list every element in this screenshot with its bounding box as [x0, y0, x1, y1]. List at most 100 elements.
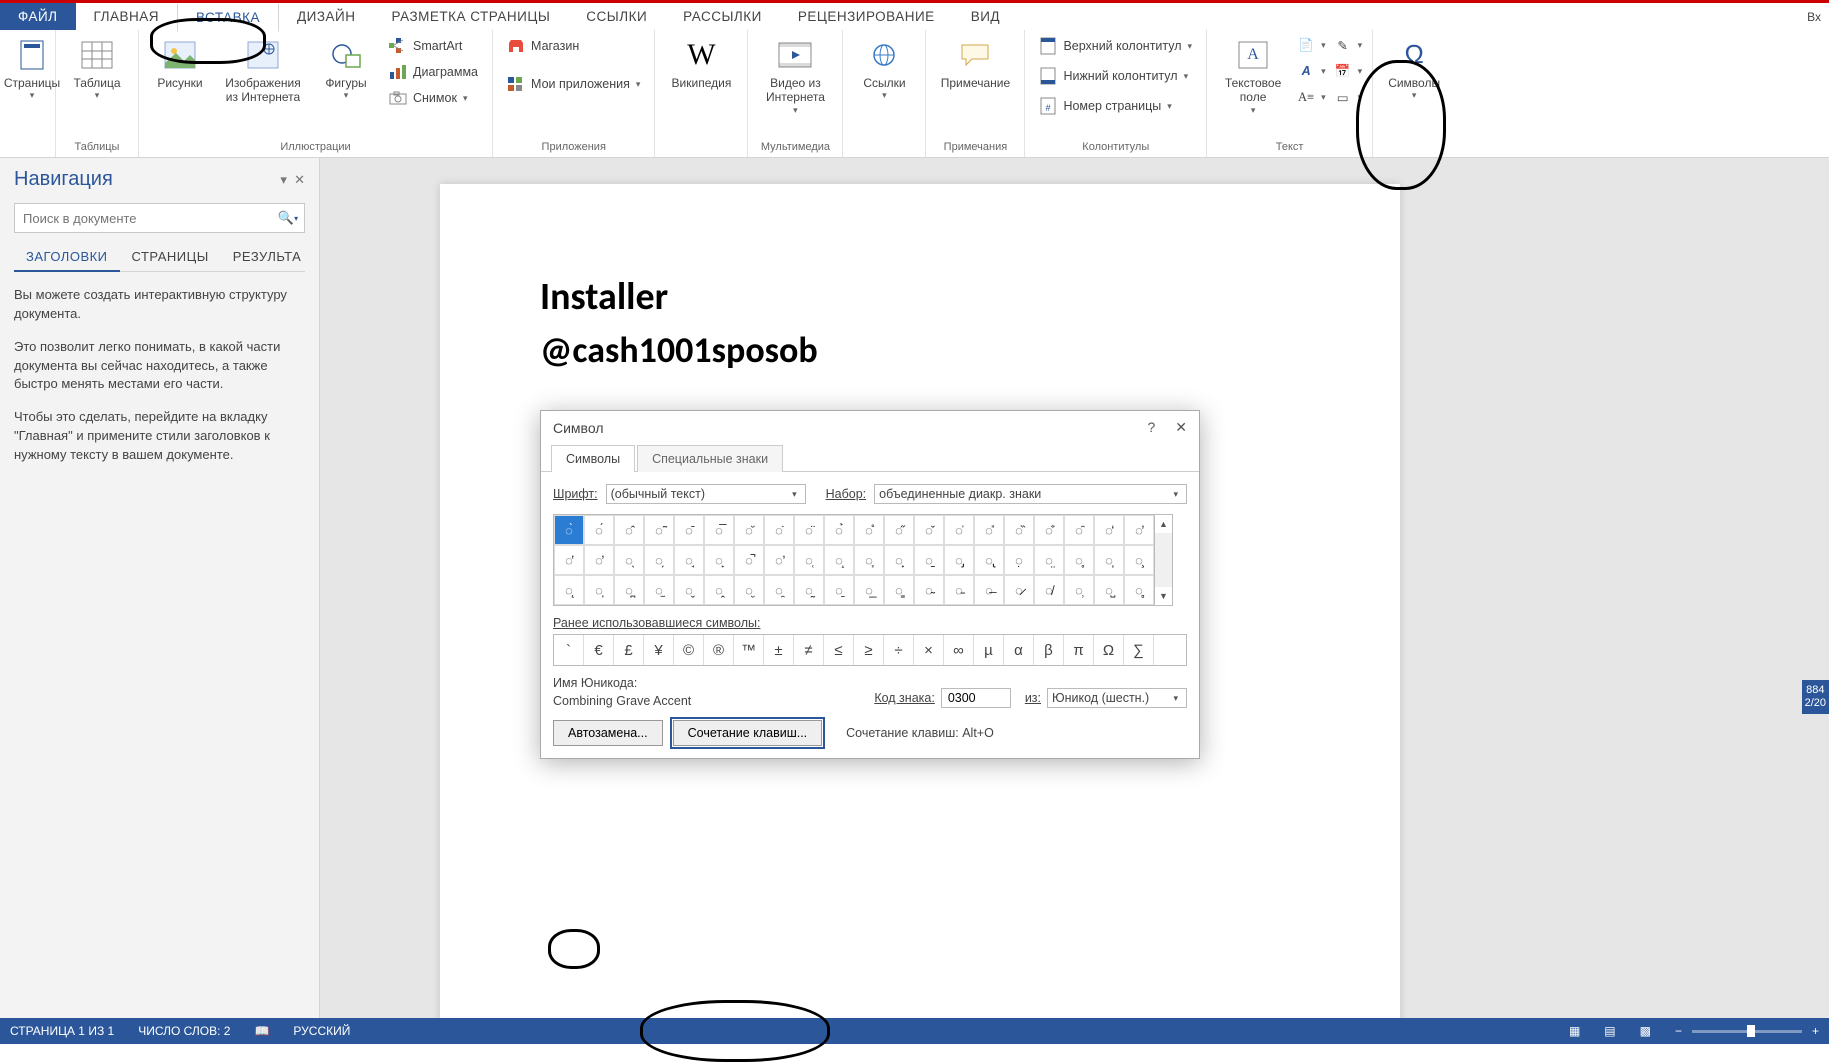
dlgtab-special[interactable]: Специальные знаки: [637, 445, 783, 472]
view-read-icon[interactable]: ▦: [1569, 1024, 1580, 1038]
user-badge[interactable]: Вх: [1807, 10, 1821, 24]
recent-symbol[interactable]: ∑: [1124, 635, 1154, 665]
wikipedia-button[interactable]: W Википедия: [663, 34, 739, 94]
symbol-cell[interactable]: ◌̡: [944, 545, 974, 575]
symbol-cell[interactable]: ◌̺: [1094, 575, 1124, 605]
symbol-cell[interactable]: ◌̖: [614, 545, 644, 575]
signature-button[interactable]: ✎: [1332, 34, 1365, 56]
symbol-cell[interactable]: ◌̬: [674, 575, 704, 605]
symbol-cell[interactable]: ◌̲: [854, 575, 884, 605]
symbol-cell[interactable]: ◌̤: [1034, 545, 1064, 575]
zoom-in-icon[interactable]: +: [1812, 1024, 1819, 1038]
symbol-cell[interactable]: ◌̞: [854, 545, 884, 575]
status-lang-icon[interactable]: 📖: [254, 1024, 269, 1038]
recent-symbol[interactable]: ≥: [854, 635, 884, 665]
symbol-cell[interactable]: ◌̪: [614, 575, 644, 605]
recent-symbol[interactable]: £: [614, 635, 644, 665]
pagenum-button[interactable]: #Номер страницы: [1033, 94, 1198, 118]
symbol-cell[interactable]: ◌̳: [884, 575, 914, 605]
symbol-cell[interactable]: ◌̓: [1124, 515, 1154, 545]
symbol-cell[interactable]: ◌̧: [1124, 545, 1154, 575]
recent-symbol[interactable]: €: [584, 635, 614, 665]
quickparts-button[interactable]: 📄: [1295, 34, 1328, 56]
symbol-grid[interactable]: ◌̀◌́◌̂◌̃◌̄◌̅◌̆◌̇◌̈◌̉◌̊◌̋◌̌◌̍◌̎◌̏◌̐◌̑◌̒◌̓…: [553, 514, 1155, 606]
navtab-results[interactable]: РЕЗУЛЬТА: [221, 243, 314, 271]
symbol-cell[interactable]: ◌̵: [944, 575, 974, 605]
recent-symbol[interactable]: ×: [914, 635, 944, 665]
tab-layout[interactable]: РАЗМЕТКА СТРАНИЦЫ: [374, 3, 569, 30]
symbol-scrollbar[interactable]: ▲▼: [1155, 514, 1173, 606]
symbol-cell[interactable]: ◌̚: [734, 545, 764, 575]
symbol-cell[interactable]: ◌̊: [854, 515, 884, 545]
nav-search[interactable]: 🔍▾: [14, 203, 305, 233]
symbol-cell[interactable]: ◌̷: [1004, 575, 1034, 605]
recent-symbol[interactable]: `: [554, 635, 584, 665]
datetime-button[interactable]: 📅: [1332, 60, 1365, 82]
symbol-cell[interactable]: ◌̠: [914, 545, 944, 575]
recent-symbol[interactable]: ¥: [644, 635, 674, 665]
symbol-cell[interactable]: ◌̩: [584, 575, 614, 605]
set-combo[interactable]: объединенные диакр. знаки▾: [874, 484, 1187, 504]
recent-symbol[interactable]: β: [1034, 635, 1064, 665]
symbol-cell[interactable]: ◌̔: [554, 545, 584, 575]
symbol-cell[interactable]: ◌̑: [1064, 515, 1094, 545]
symbol-cell[interactable]: ◌̰: [794, 575, 824, 605]
autocorrect-button[interactable]: Автозамена...: [553, 720, 663, 746]
tab-mailings[interactable]: РАССЫЛКИ: [665, 3, 780, 30]
symbol-cell[interactable]: ◌̢: [974, 545, 1004, 575]
symbol-cell[interactable]: ◌̂: [614, 515, 644, 545]
footer-button[interactable]: Нижний колонтитул: [1033, 64, 1198, 88]
dialog-help-icon[interactable]: ?: [1147, 419, 1155, 436]
symbol-cell[interactable]: ◌̣: [1004, 545, 1034, 575]
zoom-control[interactable]: − +: [1675, 1024, 1819, 1038]
symbol-cell[interactable]: ◌̏: [1004, 515, 1034, 545]
symbol-cell[interactable]: ◌̌: [914, 515, 944, 545]
symbol-cell[interactable]: ◌̘: [674, 545, 704, 575]
nav-close-icon[interactable]: ✕: [294, 172, 305, 187]
table-button[interactable]: Таблица: [64, 34, 130, 105]
video-button[interactable]: Видео из Интернета: [756, 34, 834, 120]
symbol-cell[interactable]: ◌́: [584, 515, 614, 545]
tab-references[interactable]: ССЫЛКИ: [568, 3, 665, 30]
navtab-pages[interactable]: СТРАНИЦЫ: [120, 243, 221, 271]
recent-symbol[interactable]: µ: [974, 635, 1004, 665]
symbol-cell[interactable]: ◌̅: [704, 515, 734, 545]
cover-pages-button[interactable]: Страницы: [8, 34, 56, 105]
navtab-headings[interactable]: ЗАГОЛОВКИ: [14, 243, 120, 272]
links-button[interactable]: Ссылки: [851, 34, 917, 105]
nav-dropdown-icon[interactable]: ▾: [280, 172, 287, 187]
tab-review[interactable]: РЕЦЕНЗИРОВАНИЕ: [780, 3, 953, 30]
dialog-close-icon[interactable]: ✕: [1175, 419, 1187, 436]
symbol-cell[interactable]: ◌̒: [1094, 515, 1124, 545]
symbol-cell[interactable]: ◌̎: [974, 515, 1004, 545]
symbol-cell[interactable]: ◌̆: [734, 515, 764, 545]
recent-symbol[interactable]: α: [1004, 635, 1034, 665]
font-combo[interactable]: (обычный текст)▾: [606, 484, 806, 504]
recent-symbol[interactable]: ®: [704, 635, 734, 665]
symbol-cell[interactable]: ◌̀: [554, 515, 584, 545]
status-words[interactable]: ЧИСЛО СЛОВ: 2: [138, 1024, 230, 1038]
comment-button[interactable]: Примечание: [934, 34, 1016, 94]
symbol-cell[interactable]: ◌̥: [1064, 545, 1094, 575]
tab-home[interactable]: ГЛАВНАЯ: [76, 3, 177, 30]
code-input[interactable]: [941, 688, 1011, 708]
symbol-cell[interactable]: ◌̶: [974, 575, 1004, 605]
status-lang[interactable]: РУССКИЙ: [293, 1024, 350, 1038]
recent-symbol[interactable]: π: [1064, 635, 1094, 665]
symbol-cell[interactable]: ◌̉: [824, 515, 854, 545]
symbol-cell[interactable]: ◌̛: [764, 545, 794, 575]
symbol-cell[interactable]: ◌̇: [764, 515, 794, 545]
view-web-icon[interactable]: ▩: [1640, 1024, 1651, 1038]
chart-button[interactable]: Диаграмма: [383, 60, 484, 84]
tab-view[interactable]: ВИД: [953, 3, 1018, 30]
symbol-cell[interactable]: ◌̱: [824, 575, 854, 605]
symbol-cell[interactable]: ◌̯: [764, 575, 794, 605]
recent-symbol[interactable]: ÷: [884, 635, 914, 665]
symbol-cell[interactable]: ◌̟: [884, 545, 914, 575]
from-combo[interactable]: Юникод (шестн.)▾: [1047, 688, 1187, 708]
symbol-cell[interactable]: ◌̨: [554, 575, 584, 605]
recent-symbol[interactable]: ±: [764, 635, 794, 665]
symbol-cell[interactable]: ◌̃: [644, 515, 674, 545]
recent-symbol[interactable]: ™: [734, 635, 764, 665]
myapps-button[interactable]: Мои приложения: [501, 72, 646, 96]
